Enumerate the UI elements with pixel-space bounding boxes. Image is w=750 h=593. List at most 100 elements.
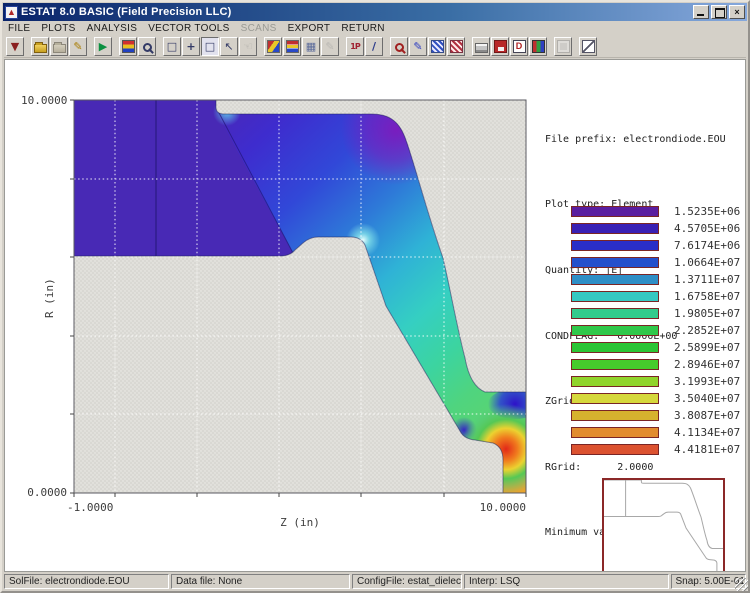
plot-limits-button[interactable] [283,37,301,56]
open-data-button[interactable] [50,37,68,56]
none-icon [582,40,595,53]
legend-swatch [571,257,659,268]
legend-swatch [571,240,659,251]
app-logo-icon: ▲ [5,6,18,19]
legend-swatch [571,325,659,336]
legend-value: 3.1993E+07 [674,376,740,387]
resize-grip[interactable] [735,578,748,591]
menu-file[interactable]: FILE [8,23,30,34]
status-cell: Data file: None [171,574,350,589]
legend-row: 2.8946E+07 [571,359,740,370]
legend-row: 1.5235E+06 [571,206,740,217]
zoom-box-icon: □ [166,40,179,53]
chart-icon [122,40,135,53]
legend-value: 1.5235E+06 [674,206,740,217]
menu-analysis[interactable]: ANALYSIS [87,23,138,34]
scan-pencil-icon: ✎ [412,40,425,53]
run-button[interactable]: ▶ [94,37,112,56]
plot-settings-button[interactable] [119,37,137,56]
status-cell: Interp: LSQ [464,574,669,589]
legend-row: 3.8087E+07 [571,410,740,421]
plot-page: 10.0000 0.0000 R (in) -1.0000 10.0000 Z … [4,59,746,572]
window-title: ESTAT 8.0 BASIC (Field Precision LLC) [21,6,693,18]
legend-swatch [571,206,659,217]
legend-value: 4.1134E+07 [674,427,740,438]
legend-value: 1.6758E+07 [674,291,740,302]
legend-value: 7.6174E+06 [674,240,740,251]
legend-swatch [571,291,659,302]
legend-row: 4.5705E+06 [571,223,740,234]
magnifier-red-icon [395,43,404,52]
info-line: RGrid: 2.0000 [545,460,726,476]
edit-file-button[interactable]: ✎ [69,37,87,56]
exit-plot-button[interactable]: ▼ [6,37,24,56]
open-solution-button[interactable] [31,37,49,56]
expand-view-button[interactable]: + [182,37,200,56]
y-axis-max-label: 10.0000 [21,94,67,107]
geometry-overview-inset[interactable] [602,478,725,572]
titlebar[interactable]: ▲ ESTAT 8.0 BASIC (Field Precision LLC) … [3,3,747,21]
magnifier-icon [143,43,152,52]
grab-view-button[interactable]: ☜ [239,37,257,56]
line-scan-button[interactable]: / [365,37,383,56]
print-plot-button[interactable] [472,37,490,56]
display-dim-button[interactable] [554,37,572,56]
plot-canvas[interactable] [74,100,526,493]
y-axis-title: R (in) [43,278,56,318]
menu-plots[interactable]: PLOTS [41,23,75,34]
maximize-button[interactable] [711,5,727,19]
menubar: FILE PLOTS ANALYSIS VECTOR TOOLS SCANS E… [4,22,746,35]
close-plot-button[interactable] [579,37,597,56]
legend-row: 1.6758E+07 [571,291,740,302]
mesh-display-button[interactable]: ✎ [321,37,339,56]
legend-value: 2.2852E+07 [674,325,740,336]
legend-swatch [571,444,659,455]
save-plot-button[interactable] [491,37,509,56]
color-lines-icon [286,40,299,53]
point-calc-button[interactable]: 1P [346,37,364,56]
expand-icon: + [185,40,198,53]
legend-value: 1.3711E+07 [674,274,740,285]
plot-style-button[interactable] [264,37,282,56]
matrix-file2-button[interactable] [447,37,465,56]
pencil-dim-icon: ✎ [324,40,337,53]
pan-arrow-icon: ↖ [223,40,236,53]
legend-row: 1.9805E+07 [571,308,740,319]
global-view-button[interactable]: □ [201,37,219,56]
app-window: ▲ ESTAT 8.0 BASIC (Field Precision LLC) … [0,0,750,593]
legend-row: 1.3711E+07 [571,274,740,285]
menu-scans[interactable]: SCANS [241,23,277,34]
zoom-region-button[interactable]: □ [163,37,181,56]
legend-value: 4.5705E+06 [674,223,740,234]
menu-export[interactable]: EXPORT [288,23,331,34]
legend-swatch [571,308,659,319]
legend-swatch [571,274,659,285]
menu-return[interactable]: RETURN [341,23,384,34]
y-axis-min-label: 0.0000 [21,486,67,499]
copy-plot-button[interactable]: D [510,37,528,56]
legend-row: 4.1134E+07 [571,427,740,438]
probe-icon: 1P [349,40,362,53]
matrix-blue-icon [431,40,444,53]
menu-vector-tools[interactable]: VECTOR TOOLS [148,23,229,34]
inset-svg [604,480,723,572]
pan-view-button[interactable]: ↖ [220,37,238,56]
color-legend: 1.5235E+06 4.5705E+06 7.6174E+06 1.0664E… [571,206,740,461]
info-line: File prefix: electrondiode.EOU [545,132,726,148]
legend-row: 4.4181E+07 [571,444,740,455]
legend-swatch [571,410,659,421]
movie-button[interactable] [529,37,547,56]
hand-icon: ☜ [242,40,255,53]
grid-display-button[interactable]: ▦ [302,37,320,56]
grid-icon: ▦ [305,40,318,53]
minimize-button[interactable] [693,5,709,19]
printer-icon [475,43,488,53]
close-button[interactable]: × [729,5,745,19]
legend-row: 3.5040E+07 [571,393,740,404]
x-axis-max-label: 10.0000 [466,501,526,514]
zoom-window-button[interactable] [138,37,156,56]
matrix-file-button[interactable] [428,37,446,56]
legend-row: 1.0664E+07 [571,257,740,268]
analysis-zoom-button[interactable] [390,37,408,56]
scan-plot-button[interactable]: ✎ [409,37,427,56]
